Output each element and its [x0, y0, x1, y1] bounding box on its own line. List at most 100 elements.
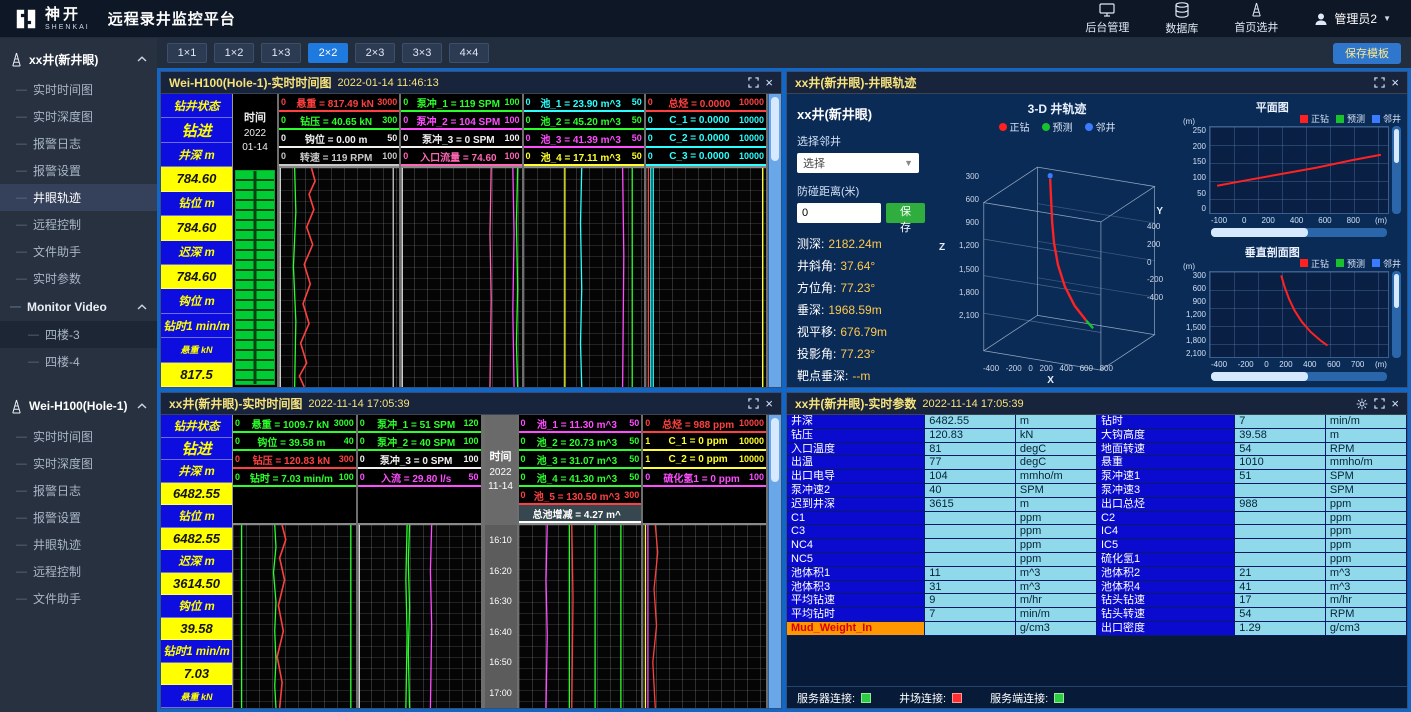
close-icon[interactable]: × — [765, 76, 773, 89]
sidebar-item-17[interactable]: —井眼轨迹 — [0, 531, 157, 558]
legend-swatch — [1372, 259, 1380, 267]
item-label: 实时时间图 — [33, 81, 93, 98]
nav-backend[interactable]: 后台管理 — [1085, 3, 1129, 35]
layout-button-2x3[interactable]: 2×3 — [355, 43, 395, 63]
scrollbar-thumb[interactable] — [771, 418, 779, 482]
param-value — [925, 525, 1016, 539]
neighbor-well-select[interactable]: 选择 ▼ — [797, 153, 919, 173]
curve-max: 100 — [336, 472, 354, 482]
curve-min: 0 — [235, 436, 247, 446]
connection-status: 井场连接: — [899, 690, 962, 706]
app-root: 神开 SHENKAI 远程录井监控平台 后台管理数据库首页选井管理员2▼ xx井… — [0, 0, 1411, 712]
nav-wellselect[interactable]: 首页选井 — [1234, 2, 1278, 35]
expand-icon[interactable] — [1374, 77, 1385, 88]
gauge-label: 钻时1 min/m — [161, 314, 232, 338]
save-distance-button[interactable]: 保存 — [886, 203, 925, 223]
close-icon[interactable]: × — [1391, 397, 1399, 410]
expand-icon[interactable] — [748, 398, 759, 409]
curve-header: 0泵冲_1 = 51 SPM120 — [358, 415, 481, 433]
sidebar-item-3[interactable]: —报警日志 — [0, 130, 157, 157]
close-icon[interactable]: × — [1391, 76, 1399, 89]
sidebar-item-13[interactable]: —实时时间图 — [0, 423, 157, 450]
time-tick: 16:10 — [489, 535, 512, 545]
settings-gear-icon[interactable] — [1356, 398, 1368, 410]
expand-icon[interactable] — [1374, 398, 1385, 409]
curve-name: 池_1 = 11.30 m^3 — [533, 416, 622, 431]
param-value: 3615 — [925, 498, 1016, 512]
gauge-status: 钻进 — [161, 438, 232, 461]
curve-min: 0 — [403, 151, 415, 161]
item-label: 文件助手 — [33, 243, 81, 260]
curve-header: 0泵冲_1 = 119 SPM100 — [401, 94, 521, 112]
vertical-scrollbar[interactable] — [768, 415, 781, 708]
sidebar-item-6[interactable]: —远程控制 — [0, 211, 157, 238]
curve-name: 池_4 = 41.30 m^3 — [533, 470, 622, 485]
param-value — [1235, 553, 1326, 567]
close-icon[interactable]: × — [765, 397, 773, 410]
curve-max: 50 — [621, 472, 639, 482]
sidebar-item-8[interactable]: —实时参数 — [0, 265, 157, 292]
track-curves — [233, 525, 356, 708]
sidebar-item-9[interactable]: —Monitor Video — [0, 292, 157, 321]
collapse-toggle[interactable] — [137, 56, 147, 62]
param-value: 41 — [1235, 581, 1326, 595]
save-template-button[interactable]: 保存模板 — [1333, 43, 1401, 64]
sidebar-item-7[interactable]: —文件助手 — [0, 238, 157, 265]
sidebar-item-10[interactable]: —四楼-3 — [0, 321, 157, 348]
top-header: 神开 SHENKAI 远程录井监控平台 后台管理数据库首页选井管理员2▼ — [0, 0, 1411, 38]
axis-tick: 1,500 — [1186, 323, 1206, 332]
sidebar-item-15[interactable]: —报警日志 — [0, 477, 157, 504]
vertical-scrollbar[interactable] — [1392, 126, 1401, 214]
curve-max: 3000 — [334, 418, 354, 428]
layout-button-1x2[interactable]: 1×2 — [214, 43, 254, 63]
sidebar-item-19[interactable]: —文件助手 — [0, 585, 157, 612]
curve-name: 泵冲_1 = 51 SPM — [372, 416, 461, 431]
curve-header: 0总烃 = 988 ppm10000 — [643, 415, 766, 433]
sidebar-item-16[interactable]: —报警设置 — [0, 504, 157, 531]
track-headers: 0泵冲_1 = 51 SPM1200泵冲_2 = 40 SPM1000泵冲_3 … — [358, 415, 481, 525]
curve-name: C_2 = 0 ppm — [657, 454, 739, 465]
curve-header: 0池_5 = 130.50 m^3300 — [519, 487, 642, 505]
sidebar-item-2[interactable]: —实时深度图 — [0, 103, 157, 130]
curve-min: 0 — [360, 418, 372, 428]
vertical-scrollbar[interactable] — [1392, 271, 1401, 359]
layout-button-4x4[interactable]: 4×4 — [449, 43, 489, 63]
layout-button-1x3[interactable]: 1×3 — [261, 43, 301, 63]
gauge-status: 钻进 — [161, 118, 232, 142]
track-curves — [643, 525, 766, 708]
sidebar-item-4[interactable]: —报警设置 — [0, 157, 157, 184]
sidebar-item-11[interactable]: —四楼-4 — [0, 348, 157, 375]
param-label: 池体积1 — [787, 567, 925, 581]
sidebar: xx井(新井眼)—实时时间图—实时深度图—报警日志—报警设置—井眼轨迹—远程控制… — [0, 38, 157, 712]
curve-header: 0池_2 = 20.73 m^350 — [519, 433, 642, 451]
expand-icon[interactable] — [748, 77, 759, 88]
collapse-toggle[interactable] — [137, 403, 147, 409]
nav-database[interactable]: 数据库 — [1165, 2, 1198, 36]
sidebar-item-14[interactable]: —实时深度图 — [0, 450, 157, 477]
scrollbar-thumb[interactable] — [771, 97, 779, 161]
sidebar-item-5[interactable]: —井眼轨迹 — [0, 184, 157, 211]
sidebar-item-12[interactable]: Wei-H100(Hole-1) — [0, 389, 157, 423]
collision-distance-input[interactable] — [797, 203, 881, 223]
sidebar-item-1[interactable]: —实时时间图 — [0, 76, 157, 103]
vertical-scrollbar[interactable] — [768, 94, 781, 387]
gauge-label-small: 悬重 kN — [161, 685, 232, 708]
sidebar-item-0[interactable]: xx井(新井眼) — [0, 42, 157, 76]
curve-min: 0 — [281, 97, 293, 107]
horizontal-scrollbar[interactable] — [1211, 228, 1387, 237]
horizontal-scrollbar[interactable] — [1211, 372, 1387, 381]
param-unit: SPM — [1326, 470, 1407, 484]
collapse-toggle[interactable] — [137, 304, 147, 310]
layout-button-1x1[interactable]: 1×1 — [167, 43, 207, 63]
sidebar-item-18[interactable]: —远程控制 — [0, 558, 157, 585]
curve-max: 10000 — [739, 418, 764, 428]
caret-down-icon: ▼ — [1383, 14, 1391, 23]
status-indicator — [952, 693, 962, 703]
layout-button-2x2[interactable]: 2×2 — [308, 43, 348, 63]
gauge-label: 迟深 m — [161, 241, 232, 265]
curve-name: C_2 = 0.0000 — [660, 133, 739, 144]
time-date: 11-14 — [488, 481, 513, 492]
axis-tick: 300 — [1193, 271, 1206, 280]
layout-button-3x3[interactable]: 3×3 — [402, 43, 442, 63]
user-menu[interactable]: 管理员2▼ — [1314, 10, 1391, 27]
